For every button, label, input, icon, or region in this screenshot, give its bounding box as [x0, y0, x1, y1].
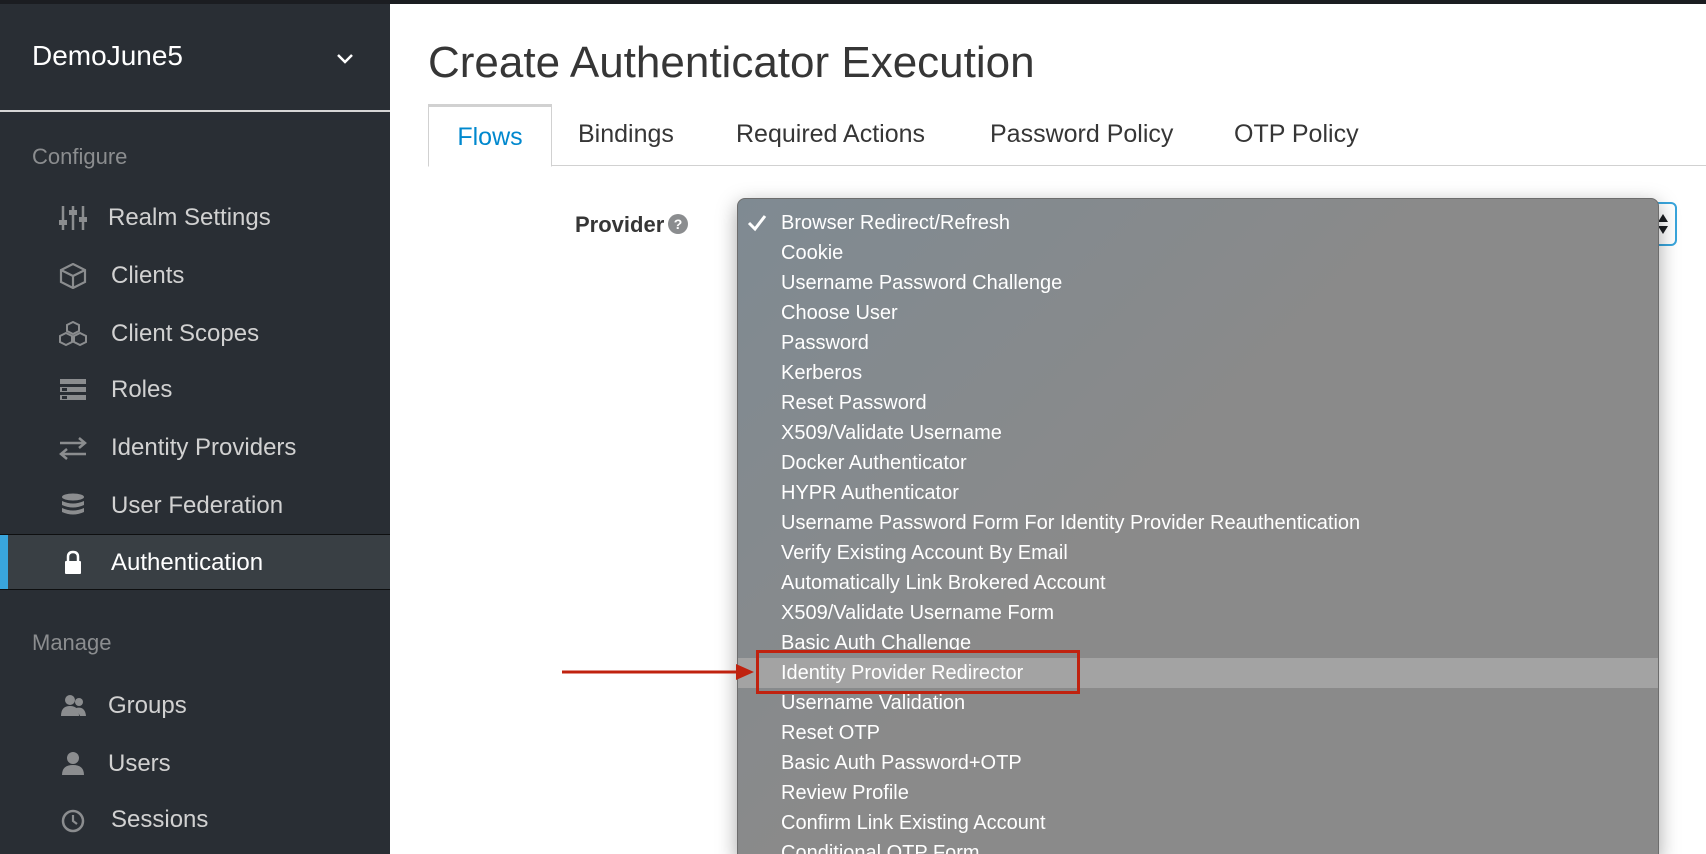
dropdown-option-label: Basic Auth Password+OTP	[781, 752, 1022, 774]
dropdown-option-label: Review Profile	[781, 782, 909, 804]
sliders-icon	[59, 206, 87, 230]
help-icon[interactable]: ?	[668, 214, 688, 234]
dropdown-option-label: X509/Validate Username	[781, 422, 1002, 444]
tab-required-actions[interactable]: Required Actions	[736, 104, 925, 166]
dropdown-option-label: Username Validation	[781, 692, 966, 714]
dropdown-option[interactable]: X509/Validate Username	[738, 418, 1658, 448]
dropdown-option-label: HYPR Authenticator	[781, 482, 959, 504]
sidebar-item-label: Identity Providers	[111, 434, 297, 461]
dropdown-option[interactable]: Docker Authenticator	[738, 448, 1658, 478]
checkmark-icon	[747, 215, 767, 232]
annotation-highlight-box	[756, 650, 1080, 694]
dropdown-option-label: Username Password Challenge	[781, 272, 1063, 294]
sidebar-item-sessions[interactable]: Sessions	[0, 792, 390, 848]
dropdown-option-label: Reset Password	[781, 392, 927, 414]
section-title-manage: Manage	[32, 630, 112, 655]
annotation-arrow-icon	[562, 664, 754, 680]
dropdown-option[interactable]: Confirm Link Existing Account	[738, 808, 1658, 838]
sidebar-item-label: Authentication	[111, 549, 264, 576]
dropdown-option[interactable]: Automatically Link Brokered Account	[738, 568, 1658, 598]
lock-icon	[65, 550, 81, 574]
chevron-down-icon	[337, 54, 353, 64]
section-title-configure: Configure	[32, 144, 128, 169]
dropdown-option[interactable]: X509/Validate Username Form	[738, 598, 1658, 628]
dropdown-option[interactable]: Choose User	[738, 298, 1658, 328]
dropdown-option[interactable]: Review Profile	[738, 778, 1658, 808]
dropdown-option[interactable]: Password	[738, 328, 1658, 358]
dropdown-option[interactable]: Conditional OTP Form	[738, 838, 1658, 854]
users-icon	[61, 695, 86, 716]
realm-name: DemoJune5	[32, 40, 183, 71]
dropdown-option-label: Password	[781, 332, 869, 354]
provider-dropdown-list[interactable]: Browser Redirect/Refresh Cookie Username P…	[737, 198, 1659, 854]
sidebar-item-label: Clients	[111, 262, 185, 289]
dropdown-option-label: Automatically Link Brokered Account	[781, 572, 1106, 594]
dropdown-option-label: Browser Redirect/Refresh	[781, 212, 1010, 234]
dropdown-option-label: Username Password Form For Identity Prov…	[781, 512, 1361, 534]
dropdown-option[interactable]: Username Password Form For Identity Prov…	[738, 508, 1658, 538]
dropdown-option[interactable]: Reset Password	[738, 388, 1658, 418]
dropdown-option[interactable]: HYPR Authenticator	[738, 478, 1658, 508]
dropdown-option-label: Conditional OTP Form	[781, 842, 980, 854]
database-icon	[62, 493, 84, 515]
provider-label: Provider	[575, 212, 665, 237]
dropdown-option-label: Confirm Link Existing Account	[781, 812, 1046, 834]
sidebar-item-label: Realm Settings	[108, 204, 271, 231]
page-title: Create Authenticator Execution	[428, 38, 1035, 87]
sidebar-item-label: Groups	[108, 692, 187, 719]
list-icon	[60, 379, 86, 400]
user-icon	[62, 752, 84, 775]
sidebar-item-label: Sessions	[111, 806, 209, 833]
sidebar-item-users[interactable]: Users	[0, 736, 390, 792]
sidebar: DemoJune5 Configure Realm Settings Clien…	[0, 4, 390, 854]
sidebar-item-identity-providers[interactable]: Identity Providers	[0, 420, 390, 476]
dropdown-option-label: Cookie	[781, 242, 844, 264]
dropdown-option[interactable]: Username Password Challenge	[738, 268, 1658, 298]
dropdown-option[interactable]: Reset OTP	[738, 718, 1658, 748]
dropdown-option-label: Reset OTP	[781, 722, 880, 744]
tab-flows[interactable]: Flows	[428, 104, 552, 167]
sidebar-item-label: Client Scopes	[111, 320, 260, 347]
dropdown-option[interactable]: Cookie	[738, 238, 1658, 268]
sidebar-item-roles[interactable]: Roles	[0, 362, 390, 418]
clock-icon	[61, 809, 85, 833]
sidebar-item-authentication[interactable]: Authentication	[0, 534, 390, 590]
sidebar-item-clients[interactable]: Clients	[0, 248, 390, 304]
sidebar-item-realm-settings[interactable]: Realm Settings	[0, 190, 390, 246]
dropdown-option-label: Verify Existing Account By Email	[781, 542, 1068, 564]
tab-password-policy[interactable]: Password Policy	[990, 104, 1173, 166]
dropdown-option[interactable]: Browser Redirect/Refresh	[738, 208, 1658, 238]
dropdown-option-label: Kerberos	[781, 362, 863, 384]
exchange-icon	[59, 437, 87, 460]
tab-bar: Flows Bindings Required Actions Password…	[428, 104, 1706, 167]
dropdown-option[interactable]: Basic Auth Password+OTP	[738, 748, 1658, 778]
sidebar-item-label: Roles	[111, 376, 173, 403]
sidebar-item-user-federation[interactable]: User Federation	[0, 478, 390, 534]
sidebar-item-label: Users	[108, 750, 171, 777]
cubes-icon	[59, 321, 87, 347]
dropdown-option[interactable]: Kerberos	[738, 358, 1658, 388]
dropdown-option-label: Docker Authenticator	[781, 452, 967, 474]
tab-bindings[interactable]: Bindings	[578, 104, 674, 166]
cube-icon	[59, 263, 87, 289]
sidebar-item-groups[interactable]: Groups	[0, 678, 390, 734]
realm-selector[interactable]: DemoJune5	[0, 4, 390, 112]
sidebar-item-label: User Federation	[111, 492, 284, 519]
sidebar-item-client-scopes[interactable]: Client Scopes	[0, 306, 390, 362]
dropdown-option-label: Choose User	[781, 302, 898, 324]
dropdown-option[interactable]: Verify Existing Account By Email	[738, 538, 1658, 568]
tab-otp-policy[interactable]: OTP Policy	[1234, 104, 1359, 166]
dropdown-option-label: X509/Validate Username Form	[781, 602, 1055, 624]
